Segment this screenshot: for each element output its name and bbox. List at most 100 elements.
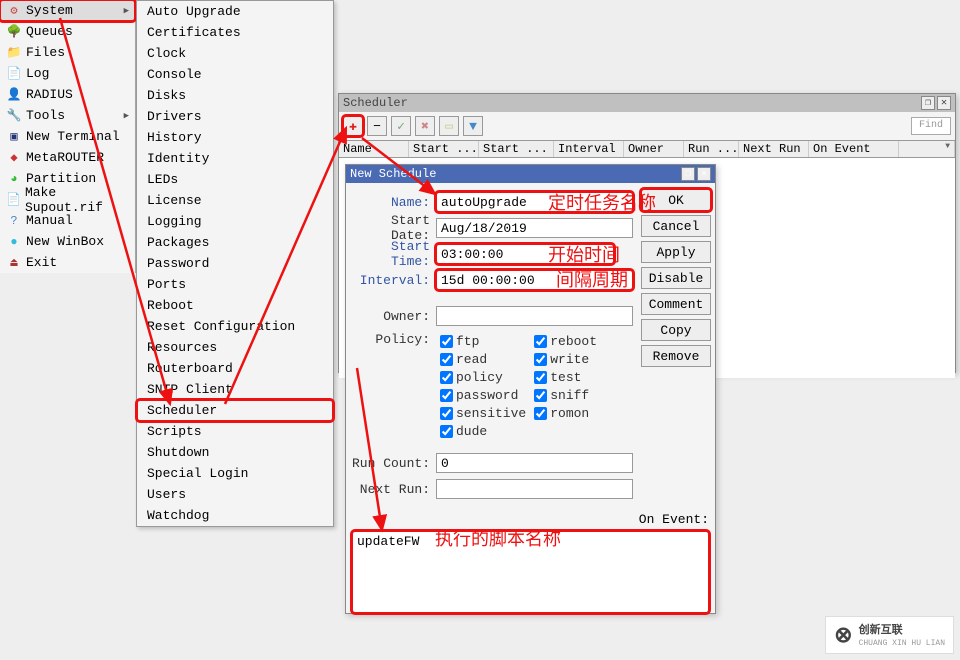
submenu-license[interactable]: License [137, 190, 333, 211]
submenu-disks[interactable]: Disks [137, 85, 333, 106]
column-start-[interactable]: Start ... [409, 141, 479, 157]
policy-dude-checkbox[interactable] [440, 425, 453, 438]
submenu-reboot[interactable]: Reboot [137, 295, 333, 316]
policy-sniff[interactable]: sniff [530, 386, 620, 404]
policy-write[interactable]: write [530, 350, 620, 368]
new-schedule-titlebar[interactable]: New Schedule ❐ ✕ [346, 165, 715, 183]
scheduler-titlebar[interactable]: Scheduler ❐ ✕ [339, 94, 955, 112]
policy-write-checkbox[interactable] [534, 353, 547, 366]
start-date-input[interactable] [436, 218, 633, 238]
start-time-input[interactable] [436, 244, 614, 264]
submenu-reset-configuration[interactable]: Reset Configuration [137, 316, 333, 337]
policy-reboot-checkbox[interactable] [534, 335, 547, 348]
submenu-ports[interactable]: Ports [137, 274, 333, 295]
submenu-watchdog[interactable]: Watchdog [137, 505, 333, 526]
submenu-scheduler[interactable]: Scheduler [137, 400, 333, 421]
submenu-identity[interactable]: Identity [137, 148, 333, 169]
submenu-scripts[interactable]: Scripts [137, 421, 333, 442]
policy-romon-checkbox[interactable] [534, 407, 547, 420]
column-start-[interactable]: Start ... [479, 141, 554, 157]
submenu-packages[interactable]: Packages [137, 232, 333, 253]
apply-button[interactable]: Apply [641, 241, 711, 263]
nav-icon: ⏏ [6, 255, 22, 271]
submenu-certificates[interactable]: Certificates [137, 22, 333, 43]
column-owner[interactable]: Owner [624, 141, 684, 157]
scheduler-title: Scheduler [343, 96, 408, 110]
nav-item-new-winbox[interactable]: ●New WinBox [0, 231, 135, 252]
policy-password-checkbox[interactable] [440, 389, 453, 402]
submenu-routerboard[interactable]: Routerboard [137, 358, 333, 379]
submenu-logging[interactable]: Logging [137, 211, 333, 232]
policy-romon[interactable]: romon [530, 404, 620, 422]
policy-ftp[interactable]: ftp [436, 332, 526, 350]
filter-button[interactable]: ▼ [463, 116, 483, 136]
policy-read-checkbox[interactable] [440, 353, 453, 366]
policy-sensitive[interactable]: sensitive [436, 404, 526, 422]
submenu-password[interactable]: Password [137, 253, 333, 274]
submenu-drivers[interactable]: Drivers [137, 106, 333, 127]
comment-button[interactable]: ▭ [439, 116, 459, 136]
nav-item-queues[interactable]: 🌳Queues [0, 21, 135, 42]
submenu-users[interactable]: Users [137, 484, 333, 505]
ok-button[interactable]: OK [641, 189, 711, 211]
add-button[interactable]: ✚ [343, 116, 363, 136]
policy-test[interactable]: test [530, 368, 620, 386]
on-event-input[interactable]: updateFW [352, 531, 709, 613]
nav-item-make-supout-rif[interactable]: 📄Make Supout.rif [0, 189, 135, 210]
nav-icon: ◕ [6, 171, 22, 187]
enable-button[interactable]: ✓ [391, 116, 411, 136]
disable-button[interactable]: Disable [641, 267, 711, 289]
policy-sensitive-checkbox[interactable] [440, 407, 453, 420]
policy-password[interactable]: password [436, 386, 526, 404]
policy-policy-checkbox[interactable] [440, 371, 453, 384]
column-run-[interactable]: Run ... [684, 141, 739, 157]
column-name[interactable]: Name [339, 141, 409, 157]
logo-icon: ⊗ [834, 622, 852, 648]
policy-policy[interactable]: policy [436, 368, 526, 386]
submenu-console[interactable]: Console [137, 64, 333, 85]
disable-button[interactable]: ✖ [415, 116, 435, 136]
restore-icon[interactable]: ❐ [681, 167, 695, 181]
nav-item-metarouter[interactable]: ◆MetaROUTER [0, 147, 135, 168]
column-more[interactable]: ▼ [899, 141, 955, 157]
nav-item-new-terminal[interactable]: ▣New Terminal [0, 126, 135, 147]
nav-item-log[interactable]: 📄Log [0, 63, 135, 84]
owner-input[interactable] [436, 306, 633, 326]
interval-input[interactable] [436, 270, 633, 290]
comment-button[interactable]: Comment [641, 293, 711, 315]
policy-test-checkbox[interactable] [534, 371, 547, 384]
column-next-run[interactable]: Next Run [739, 141, 809, 157]
remove-button[interactable]: Remove [641, 345, 711, 367]
policy-dude[interactable]: dude [436, 422, 526, 440]
nav-item-system[interactable]: ⚙System▶ [0, 0, 135, 21]
name-input[interactable] [436, 192, 633, 212]
next-run-input[interactable] [436, 479, 633, 499]
policy-sniff-checkbox[interactable] [534, 389, 547, 402]
submenu-history[interactable]: History [137, 127, 333, 148]
submenu-leds[interactable]: LEDs [137, 169, 333, 190]
new-schedule-window: New Schedule ❐ ✕ Name: Start Date: Start… [345, 164, 716, 614]
nav-item-radius[interactable]: 👤RADIUS [0, 84, 135, 105]
cancel-button[interactable]: Cancel [641, 215, 711, 237]
policy-read[interactable]: read [436, 350, 526, 368]
submenu-sntp-client[interactable]: SNTP Client [137, 379, 333, 400]
remove-button[interactable]: − [367, 116, 387, 136]
close-icon[interactable]: ✕ [697, 167, 711, 181]
policy-reboot[interactable]: reboot [530, 332, 620, 350]
nav-item-tools[interactable]: 🔧Tools▶ [0, 105, 135, 126]
submenu-special-login[interactable]: Special Login [137, 463, 333, 484]
submenu-clock[interactable]: Clock [137, 43, 333, 64]
column-interval[interactable]: Interval [554, 141, 624, 157]
nav-item-exit[interactable]: ⏏Exit [0, 252, 135, 273]
submenu-resources[interactable]: Resources [137, 337, 333, 358]
copy-button[interactable]: Copy [641, 319, 711, 341]
submenu-auto-upgrade[interactable]: Auto Upgrade [137, 1, 333, 22]
close-icon[interactable]: ✕ [937, 96, 951, 110]
find-input[interactable]: Find [911, 117, 951, 135]
run-count-input[interactable] [436, 453, 633, 473]
submenu-shutdown[interactable]: Shutdown [137, 442, 333, 463]
policy-ftp-checkbox[interactable] [440, 335, 453, 348]
restore-icon[interactable]: ❐ [921, 96, 935, 110]
nav-item-files[interactable]: 📁Files [0, 42, 135, 63]
column-on-event[interactable]: On Event [809, 141, 899, 157]
